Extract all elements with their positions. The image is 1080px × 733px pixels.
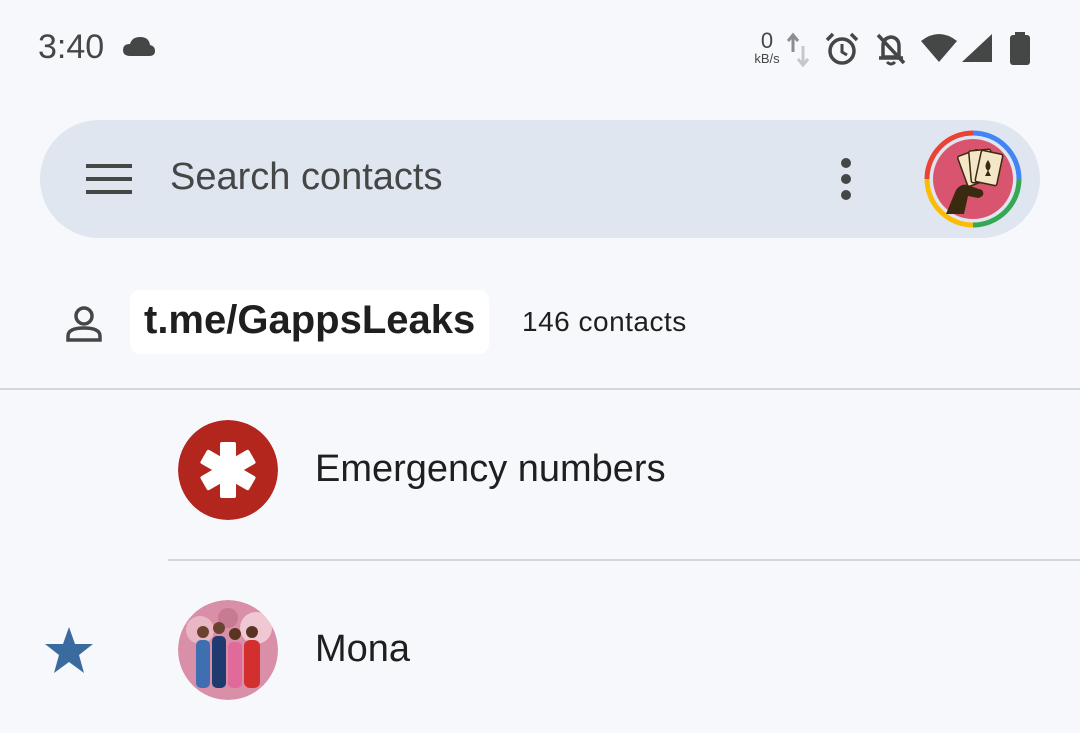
- contact-name: Emergency numbers: [315, 448, 666, 490]
- status-bar: 3:40 0 kB/s: [0, 0, 1080, 96]
- star-icon: [44, 626, 94, 679]
- account-row[interactable]: t.me/GappsLeaks 146 contacts: [0, 270, 1080, 388]
- net-speed-value: 0: [760, 28, 774, 53]
- menu-icon[interactable]: [86, 164, 132, 199]
- search-input[interactable]: Search contacts: [170, 156, 442, 199]
- battery-icon: [1008, 32, 1032, 71]
- contacts-screen: 3:40 0 kB/s Search contacts t.me/GappsLe…: [0, 0, 1080, 733]
- status-time: 3:40: [38, 28, 105, 66]
- account-label: t.me/GappsLeaks: [130, 290, 490, 354]
- bell-off-icon: [874, 31, 908, 72]
- data-arrows-icon: [786, 32, 810, 73]
- photo-avatar: [178, 600, 278, 700]
- net-speed-unit: kB/s: [754, 51, 780, 66]
- net-speed: 0 kB/s: [750, 30, 784, 66]
- medical-asterisk-icon: [178, 420, 278, 520]
- contact-name: Mona: [315, 628, 411, 670]
- wifi-icon: [920, 33, 958, 68]
- divider: [0, 388, 1080, 390]
- list-item[interactable]: Mona: [0, 580, 1080, 730]
- account-avatar[interactable]: [924, 130, 1022, 228]
- cloud-icon: [122, 36, 156, 63]
- alarm-icon: [824, 31, 860, 72]
- signal-icon: [961, 33, 993, 68]
- divider: [168, 559, 1080, 561]
- search-bar[interactable]: Search contacts: [40, 120, 1040, 238]
- list-item[interactable]: Emergency numbers: [0, 400, 1080, 550]
- person-icon: [64, 304, 104, 349]
- contact-count: 146 contacts: [522, 306, 687, 337]
- more-vert-icon[interactable]: [836, 158, 856, 205]
